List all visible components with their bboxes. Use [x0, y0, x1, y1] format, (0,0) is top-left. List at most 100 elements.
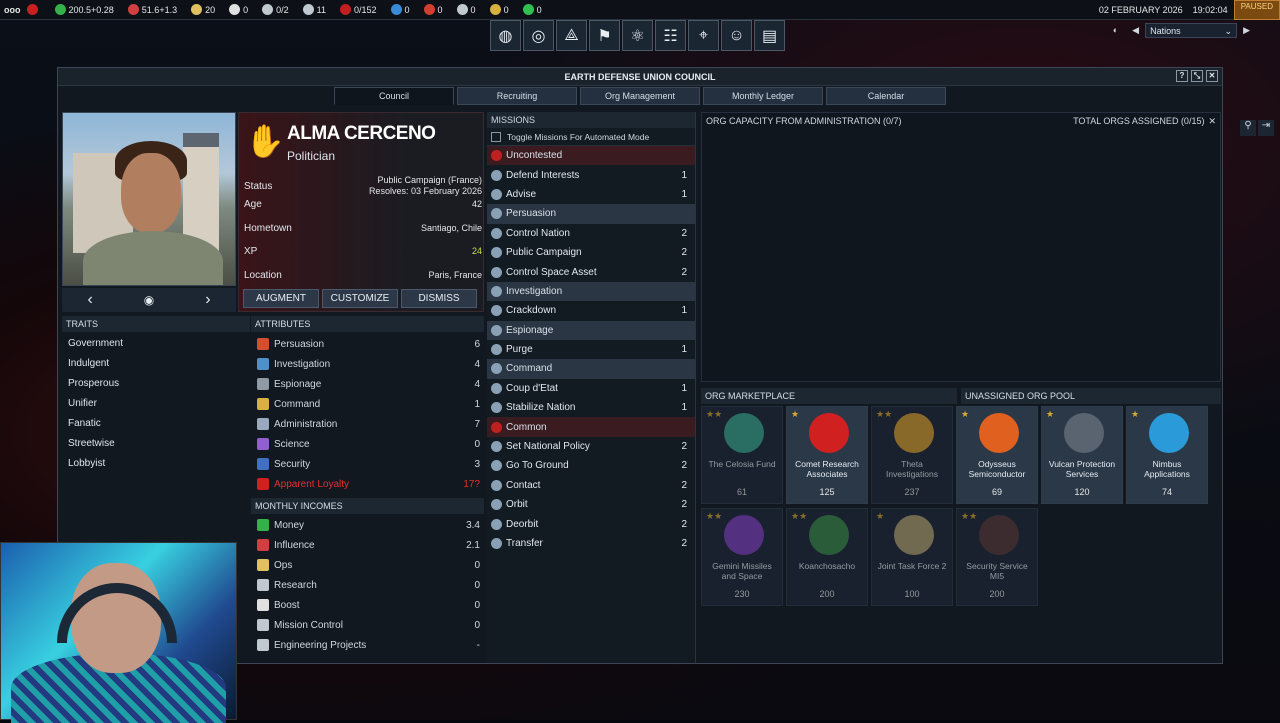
trait-item[interactable]: Indulgent	[62, 354, 250, 374]
resource-metals[interactable]: 0	[456, 4, 476, 15]
attr-row[interactable]: Persuasion 6	[251, 334, 484, 354]
mission-row[interactable]: Advise 1	[487, 185, 695, 204]
income-row[interactable]: Engineering Projects -	[251, 635, 484, 655]
help-icon[interactable]: ?	[1176, 70, 1188, 82]
target-icon[interactable]: ◉	[144, 293, 154, 307]
trait-item[interactable]: Fanatic	[62, 414, 250, 434]
trait-item[interactable]: Prosperous	[62, 374, 250, 394]
org-card[interactable]: ★ Nimbus Applications 74	[1126, 406, 1208, 504]
org-card[interactable]: ★★ Gemini Missiles and Space 230	[701, 508, 783, 606]
trait-item[interactable]: Streetwise	[62, 434, 250, 454]
mission-category[interactable]: Persuasion	[487, 204, 695, 224]
mission-row[interactable]: Go To Ground 2	[487, 456, 695, 475]
expand-icon[interactable]: ⇥	[1258, 120, 1274, 136]
mission-row[interactable]: Orbit 2	[487, 495, 695, 514]
income-row[interactable]: Mission Control 0	[251, 615, 484, 635]
income-row[interactable]: Influence 2.1	[251, 535, 484, 555]
resource-research[interactable]: 11	[302, 4, 326, 15]
resource-mc-cap[interactable]: 0/152	[339, 4, 377, 15]
research-icon[interactable]: ⚛	[622, 20, 653, 51]
resource-control-points[interactable]	[26, 4, 41, 15]
resource-mission-control[interactable]: 0/2	[262, 4, 289, 15]
prev-arrow-icon[interactable]: ◀	[1132, 25, 1139, 36]
org-card[interactable]: ★★ Theta Investigations 237	[871, 406, 953, 504]
mission-row[interactable]: Coup d'Etat 1	[487, 379, 695, 398]
menu-button[interactable]: ooo	[4, 5, 21, 15]
resource-ops[interactable]: 20	[191, 4, 215, 15]
income-row[interactable]: Money 3.4	[251, 515, 484, 535]
ledger-icon[interactable]: ▤	[754, 20, 785, 51]
trait-item[interactable]: Unifier	[62, 394, 250, 414]
resource-noble-metals[interactable]: 0	[489, 4, 509, 15]
org-card[interactable]: ★★ Koanchosacho 200	[786, 508, 868, 606]
mission-row[interactable]: Set National Policy 2	[487, 437, 695, 456]
close-orgs-icon[interactable]: ✕	[1208, 116, 1216, 126]
mission-row[interactable]: Crackdown 1	[487, 301, 695, 320]
mission-category[interactable]: Investigation	[487, 281, 695, 302]
collapse-icon[interactable]: ⤡	[1191, 70, 1203, 82]
org-card[interactable]: ★★ Security Service MI5 200	[956, 508, 1038, 606]
mission-category[interactable]: Common	[487, 417, 695, 437]
augment-button[interactable]: AUGMENT	[243, 289, 319, 308]
priorities-icon[interactable]: ☷	[655, 20, 686, 51]
close-icon[interactable]: ✕	[1206, 70, 1218, 82]
mission-icon	[491, 518, 502, 530]
trait-item[interactable]: Lobbyist	[62, 454, 250, 474]
search-icon[interactable]: ⚲	[1240, 120, 1256, 136]
resource-money[interactable]: 200.5+0.28	[54, 4, 114, 15]
mission-row[interactable]: Control Nation 2	[487, 224, 695, 243]
mission-row[interactable]: Deorbit 2	[487, 514, 695, 533]
mission-row[interactable]: Control Space Asset 2	[487, 262, 695, 281]
mission-row[interactable]: Defend Interests 1	[487, 165, 695, 184]
attr-row[interactable]: Security 3	[251, 454, 484, 474]
resource-volatiles[interactable]: 0	[423, 4, 443, 15]
org-card[interactable]: ★ Joint Task Force 2 100	[871, 508, 953, 606]
org-card[interactable]: ★★ The Celosia Fund 61	[701, 406, 783, 504]
dismiss-button[interactable]: DISMISS	[401, 289, 477, 308]
next-councilor-icon[interactable]: ›	[205, 291, 210, 309]
org-card[interactable]: ★ Vulcan Protection Services 120	[1041, 406, 1123, 504]
tab-monthly-ledger[interactable]: Monthly Ledger	[703, 87, 823, 105]
attr-row[interactable]: Science 0	[251, 434, 484, 454]
resource-water[interactable]: 0	[390, 4, 410, 15]
tab-council[interactable]: Council	[334, 87, 454, 105]
mission-row[interactable]: Purge 1	[487, 340, 695, 359]
network-icon[interactable]: ⟁	[556, 20, 587, 51]
mission-category[interactable]: Espionage	[487, 320, 695, 340]
income-row[interactable]: Ops 0	[251, 555, 484, 575]
mission-row[interactable]: Transfer 2	[487, 534, 695, 553]
mission-row[interactable]: Public Campaign 2	[487, 243, 695, 262]
customize-button[interactable]: CUSTOMIZE	[322, 289, 398, 308]
tab-calendar[interactable]: Calendar	[826, 87, 946, 105]
tab-recruiting[interactable]: Recruiting	[457, 87, 577, 105]
nations-dropdown[interactable]: Nations ⌄	[1145, 22, 1238, 38]
mission-row[interactable]: Contact 2	[487, 476, 695, 495]
attr-row[interactable]: Espionage 4	[251, 374, 484, 394]
alien-icon[interactable]: ☺	[721, 20, 752, 51]
mission-category[interactable]: Uncontested	[487, 146, 695, 166]
resource-influence[interactable]: 51.6+1.3	[127, 4, 177, 15]
resource-fissiles[interactable]: 0	[522, 4, 542, 15]
attr-row[interactable]: Command 1	[251, 394, 484, 414]
next-arrow-icon[interactable]: ▶	[1243, 25, 1250, 36]
resource-boost[interactable]: 0	[229, 4, 248, 15]
tab-org-management[interactable]: Org Management	[580, 87, 700, 105]
mission-category[interactable]: Command	[487, 359, 695, 379]
prev-councilor-icon[interactable]: ‹	[87, 291, 92, 309]
mission-row[interactable]: Stabilize Nation 1	[487, 398, 695, 417]
org-card[interactable]: ★ Comet Research Associates 125	[786, 406, 868, 504]
attr-row[interactable]: Investigation 4	[251, 354, 484, 374]
globe-icon[interactable]: ◍	[490, 20, 521, 51]
automate-checkbox[interactable]	[491, 131, 501, 142]
attr-row[interactable]: Apparent Loyalty 17?	[251, 474, 484, 494]
income-row[interactable]: Research 0	[251, 575, 484, 595]
trait-item[interactable]: Government	[62, 334, 250, 354]
attr-row[interactable]: Administration 7	[251, 414, 484, 434]
paused-badge[interactable]: PAUSED	[1233, 0, 1280, 20]
flag-icon[interactable]: ⚑	[589, 20, 620, 51]
income-row[interactable]: Boost 0	[251, 595, 484, 615]
globe-small-icon[interactable]: ◐	[1113, 25, 1118, 35]
council-icon[interactable]: ◎	[523, 20, 554, 51]
org-card[interactable]: ★ Odysseus Semiconductor 69	[956, 406, 1038, 504]
space-icon[interactable]: ⌖	[688, 20, 719, 51]
